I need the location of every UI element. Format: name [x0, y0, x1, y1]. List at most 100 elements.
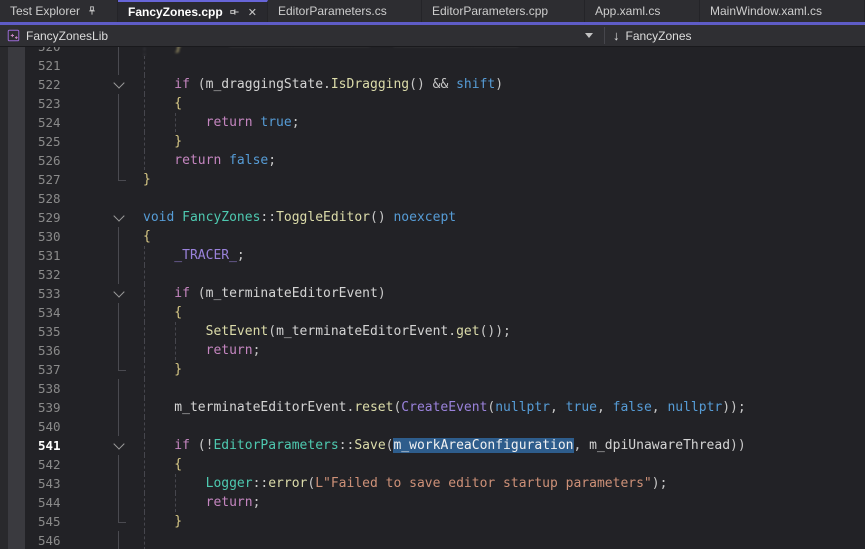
line-number: 526 [0, 151, 75, 170]
code-text[interactable]: } [143, 360, 865, 379]
code-text[interactable] [143, 417, 865, 436]
code-text[interactable]: SetEvent(m_terminateEditorEvent.get()); [143, 322, 865, 341]
tab-mainwindow-xaml-cs[interactable]: MainWindow.xaml.cs [700, 0, 865, 22]
token-fn: ToggleEditor [276, 210, 370, 225]
fold-chevron-icon[interactable] [113, 286, 124, 297]
code-lines: 520 } ────────────────── ───────────────… [0, 47, 865, 549]
member-dropdown[interactable]: ↓ FancyZones [613, 25, 692, 46]
chevron-down-icon[interactable] [585, 33, 593, 38]
code-line-540[interactable]: 540 [0, 417, 865, 436]
code-text[interactable]: } [143, 132, 865, 151]
line-number: 531 [0, 246, 75, 265]
outline-margin [75, 455, 143, 474]
code-text[interactable]: return; [143, 493, 865, 512]
line-number: 540 [0, 417, 75, 436]
code-text[interactable]: return false; [143, 151, 865, 170]
token-kw: false [613, 400, 652, 415]
tab-fancyzones-cpp[interactable]: FancyZones.cpp ✕ [118, 0, 268, 22]
fold-chevron-icon[interactable] [113, 77, 124, 88]
code-text[interactable] [143, 56, 865, 75]
code-line-537[interactable]: 537 } [0, 360, 865, 379]
outline-guide-corner [118, 170, 126, 181]
code-text[interactable] [143, 189, 865, 208]
pin-icon[interactable] [86, 5, 98, 17]
code-text[interactable]: { [143, 94, 865, 113]
code-text[interactable]: } [143, 170, 865, 189]
code-text[interactable]: } ────────────────── ──────────────── [143, 47, 865, 56]
code-line-545[interactable]: 545 } [0, 512, 865, 531]
code-line-525[interactable]: 525 } [0, 132, 865, 151]
code-line-532[interactable]: 532 [0, 265, 865, 284]
code-line-529[interactable]: 529void FancyZones::ToggleEditor() noexc… [0, 208, 865, 227]
line-number: 545 [0, 512, 75, 531]
code-line-528[interactable]: 528 [0, 189, 865, 208]
code-text[interactable]: return true; [143, 113, 865, 132]
code-line-539[interactable]: 539 m_terminateEditorEvent.reset(CreateE… [0, 398, 865, 417]
code-line-522[interactable]: 522 if (m_draggingState.IsDragging() && … [0, 75, 865, 94]
code-line-546[interactable]: 546 [0, 531, 865, 549]
code-text[interactable]: return; [143, 341, 865, 360]
code-line-531[interactable]: 531 _TRACER_; [0, 246, 865, 265]
project-dropdown[interactable]: FancyZonesLib [26, 29, 108, 43]
token-kw2: if [143, 77, 190, 92]
code-line-530[interactable]: 530{ [0, 227, 865, 246]
outline-guide-line [118, 322, 119, 341]
code-text[interactable]: if (m_draggingState.IsDragging() && shif… [143, 75, 865, 94]
code-text[interactable] [143, 379, 865, 398]
code-line-520[interactable]: 520 } ────────────────── ───────────────… [0, 47, 865, 56]
token-var: m_terminateEditorEvent [206, 286, 378, 301]
code-text[interactable]: if (!EditorParameters::Save(m_workAreaCo… [143, 436, 865, 455]
code-line-523[interactable]: 523 { [0, 94, 865, 113]
line-number: 533 [0, 284, 75, 303]
code-line-533[interactable]: 533 if (m_terminateEditorEvent) [0, 284, 865, 303]
line-number: 546 [0, 531, 75, 549]
token-kw2: return [143, 343, 253, 358]
code-line-538[interactable]: 538 [0, 379, 865, 398]
code-line-526[interactable]: 526 return false; [0, 151, 865, 170]
code-text[interactable]: void FancyZones::ToggleEditor() noexcept [143, 208, 865, 227]
pin-icon[interactable] [229, 6, 241, 18]
token-p: ()); [480, 324, 511, 339]
code-line-544[interactable]: 544 return; [0, 493, 865, 512]
code-text[interactable]: Logger::error(L"Failed to save editor st… [143, 474, 865, 493]
code-text[interactable]: } [143, 512, 865, 531]
member-dropdown-label: FancyZones [626, 29, 692, 43]
fold-chevron-icon[interactable] [113, 438, 124, 449]
outline-guide-line [118, 94, 119, 113]
code-line-534[interactable]: 534 { [0, 303, 865, 322]
fold-chevron-icon[interactable] [113, 210, 124, 221]
code-text[interactable]: _TRACER_; [143, 246, 865, 265]
code-line-542[interactable]: 542 { [0, 455, 865, 474]
indent-guide [175, 341, 176, 360]
code-line-521[interactable]: 521 [0, 56, 865, 75]
outline-margin [75, 417, 143, 436]
code-text[interactable]: { [143, 227, 865, 246]
tab-label: MainWindow.xaml.cs [710, 4, 822, 18]
code-line-536[interactable]: 536 return; [0, 341, 865, 360]
tab-test-explorer[interactable]: Test Explorer [0, 0, 118, 22]
code-text[interactable] [143, 531, 865, 549]
token-p: ) [378, 286, 386, 301]
tab-label: EditorParameters.cpp [432, 4, 548, 18]
code-line-541[interactable]: 541 if (!EditorParameters::Save(m_workAr… [0, 436, 865, 455]
line-number: 537 [0, 360, 75, 379]
code-line-543[interactable]: 543 Logger::error(L"Failed to save edito… [0, 474, 865, 493]
indent-guide [144, 474, 145, 493]
indent-guide [144, 512, 145, 531]
tab-app-xaml-cs[interactable]: App.xaml.cs [585, 0, 700, 22]
token-kw2: return [143, 153, 221, 168]
code-line-535[interactable]: 535 SetEvent(m_terminateEditorEvent.get(… [0, 322, 865, 341]
close-icon[interactable]: ✕ [247, 6, 258, 19]
code-text[interactable] [143, 265, 865, 284]
tab-editorparameters-cpp[interactable]: EditorParameters.cpp [422, 0, 585, 22]
code-line-524[interactable]: 524 return true; [0, 113, 865, 132]
code-text[interactable]: { [143, 455, 865, 474]
code-text[interactable]: { [143, 303, 865, 322]
token-kw2: if [143, 286, 190, 301]
code-text[interactable]: m_terminateEditorEvent.reset(CreateEvent… [143, 398, 865, 417]
code-line-527[interactable]: 527} [0, 170, 865, 189]
code-editor[interactable]: 520 } ────────────────── ───────────────… [0, 47, 865, 549]
code-text[interactable]: if (m_terminateEditorEvent) [143, 284, 865, 303]
token-fn: SetEvent [143, 324, 268, 339]
tab-editorparameters-cs[interactable]: EditorParameters.cs [268, 0, 422, 22]
